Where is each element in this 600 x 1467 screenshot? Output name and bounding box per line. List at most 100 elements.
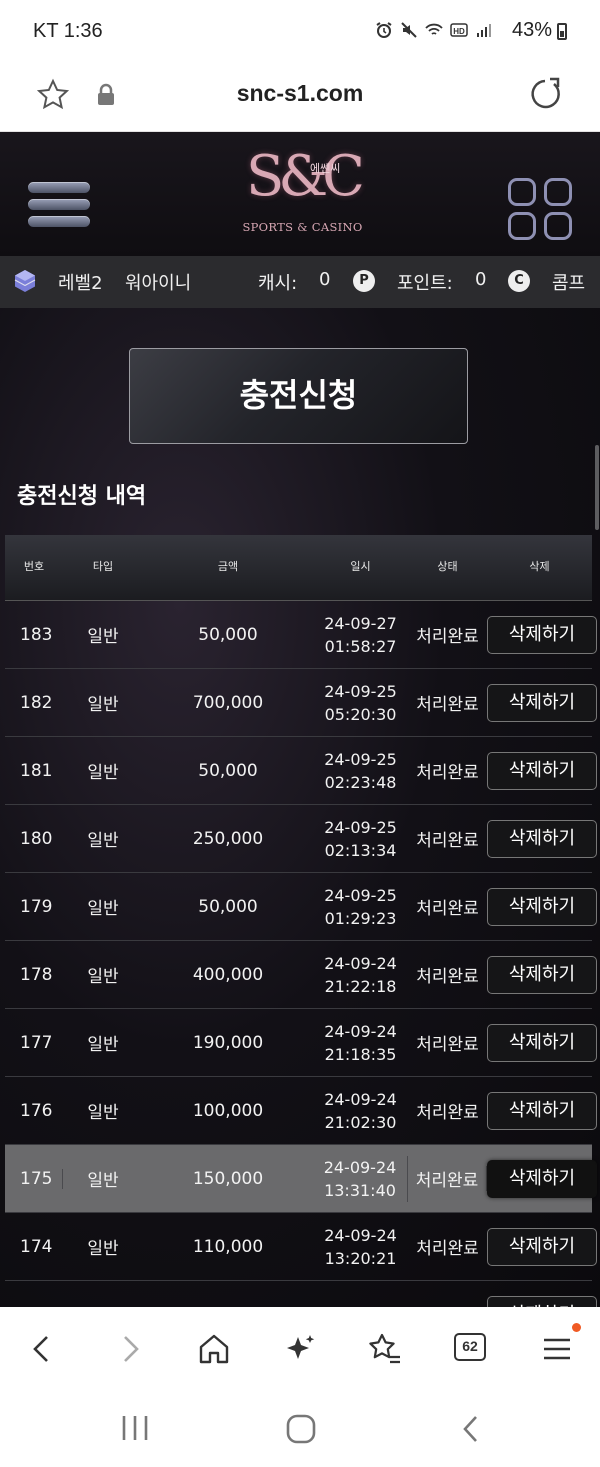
delete-button[interactable]: 삭제하기 [487, 1023, 597, 1062]
hamburger-bar-icon [28, 199, 90, 210]
row-status: 처리완료 [416, 1239, 479, 1259]
logo-mark: S&C [245, 144, 365, 209]
home-icon[interactable] [194, 1329, 234, 1369]
row-action: 삭제하기 [487, 751, 597, 790]
row-datetime: 24-09-24 13:31:40 [313, 1155, 408, 1202]
home-circle-icon[interactable] [285, 1413, 317, 1445]
row-type: 일반 [87, 1239, 119, 1259]
hamburger-bar-icon [28, 216, 90, 227]
tabs-icon[interactable]: 62 [454, 1333, 486, 1361]
table-row: 176 일반 100,000 24-09-24 21:02:30 처리완료 삭제하기 [5, 1077, 597, 1145]
row-action: 삭제하기 [487, 615, 597, 654]
table-row: 173일반50,00024-09-24처리완료삭제하기 [5, 1281, 597, 1307]
delete-button[interactable]: 삭제하기 [487, 819, 597, 858]
row-datetime: 24-09-27 01:58:27 [313, 612, 408, 658]
table-row: 174 일반 110,000 24-09-24 13:20:21 처리완료 삭제하기 [5, 1213, 597, 1281]
grid-square-icon [544, 212, 572, 240]
delete-button[interactable]: 삭제하기 [487, 751, 597, 790]
header-delete: 삭제 [529, 560, 550, 573]
row-number: 183 [20, 624, 53, 645]
row-date: 24-09-25 [324, 749, 397, 769]
hd-icon: HD [450, 23, 468, 37]
delete-button[interactable]: 삭제하기 [487, 955, 597, 994]
scrollbar-thumb[interactable] [595, 445, 599, 530]
row-date: 24-09-25 [324, 817, 397, 837]
site-logo[interactable]: S&C 에쎈씨 SPORTS & CASINO [240, 140, 365, 248]
alarm-icon [376, 22, 392, 38]
table-body: 183 일반 50,000 24-09-27 01:58:27 처리완료 삭제하기 182 일반… [5, 601, 597, 1307]
browser-toolbar: 62 [0, 1307, 600, 1389]
row-time: 01:58:27 [324, 636, 397, 656]
forward-icon[interactable] [110, 1329, 150, 1369]
logo-korean: 에쎈씨 [310, 162, 341, 175]
notification-dot [572, 1323, 581, 1332]
username[interactable]: 워아이니 [125, 269, 191, 295]
row-type: 일반 [87, 627, 119, 647]
row-time: 21:18:35 [324, 1044, 397, 1064]
row-time: 21:22:18 [324, 976, 397, 996]
point-badge-icon: P [353, 270, 375, 292]
nav-back-icon[interactable] [456, 1413, 486, 1445]
hamburger-menu-button[interactable] [28, 182, 90, 234]
row-date: 24-09-27 [324, 613, 397, 633]
recents-icon[interactable] [118, 1413, 152, 1443]
row-number: 175 [5, 1168, 63, 1189]
row-time: 02:23:48 [324, 772, 397, 792]
delete-button[interactable]: 삭제하기 [487, 1295, 597, 1307]
row-action: 삭제하기 [487, 1091, 597, 1130]
row-time: 01:29:23 [324, 908, 397, 928]
reload-icon[interactable] [528, 76, 564, 112]
row-time: 02:13:34 [324, 840, 397, 860]
row-status: 처리완료 [416, 695, 479, 715]
table-row: 177 일반 190,000 24-09-24 21:18:35 처리완료 삭제하기 [5, 1009, 597, 1077]
row-number: 174 [20, 1236, 53, 1257]
point-value: 0 [475, 269, 487, 290]
row-type: 일반 [87, 831, 119, 851]
row-amount: 110,000 [192, 1236, 264, 1257]
row-amount: 50,000 [198, 896, 258, 917]
delete-button[interactable]: 삭제하기 [487, 615, 597, 654]
grid-menu-button[interactable] [508, 178, 574, 240]
url-text[interactable]: snc-s1.com [0, 80, 600, 107]
row-type: 일반 [87, 967, 119, 987]
ai-sparkle-icon[interactable] [280, 1329, 320, 1369]
row-amount: 400,000 [192, 964, 264, 985]
comp-label[interactable]: 콤프 [552, 269, 585, 295]
comp-badge-icon: C [508, 270, 530, 292]
header-status: 상태 [437, 560, 458, 573]
row-status: 처리완료 [416, 899, 479, 919]
row-number: 182 [20, 692, 53, 713]
menu-icon[interactable] [537, 1329, 577, 1369]
cash-value: 0 [319, 269, 331, 290]
delete-button[interactable]: 삭제하기 [487, 887, 597, 926]
row-action: 삭제하기 [487, 955, 597, 994]
row-date: 24-09-25 [324, 681, 397, 701]
delete-button[interactable]: 삭제하기 [487, 683, 597, 722]
charge-history-table: 번호 타입 금액 일시 상태 삭제 183 일반 50,000 24-09-27 01:… [5, 535, 597, 1307]
row-amount: 150,000 [192, 1168, 264, 1189]
row-type: 일반 [87, 1103, 119, 1123]
row-time: 13:20:21 [324, 1248, 397, 1268]
row-datetime: 24-09-25 05:20:30 [313, 680, 408, 726]
bookmarks-icon[interactable] [364, 1329, 404, 1369]
row-amount: 190,000 [192, 1032, 264, 1053]
back-icon[interactable] [22, 1329, 62, 1369]
delete-button[interactable]: 삭제하기 [487, 1227, 597, 1266]
row-number: 176 [20, 1100, 53, 1121]
row-time: 05:20:30 [324, 704, 397, 724]
row-datetime: 24-09-24 13:20:21 [313, 1224, 408, 1270]
header-datetime: 일시 [350, 560, 371, 573]
charge-request-button[interactable]: 충전신청 [129, 348, 468, 444]
row-status: 처리완료 [416, 627, 479, 647]
row-amount: 700,000 [192, 692, 264, 713]
row-amount: 50,000 [198, 624, 258, 645]
battery-icon [557, 23, 567, 40]
delete-button[interactable]: 삭제하기 [487, 1091, 597, 1130]
row-type: 일반 [87, 763, 119, 783]
level-gem-icon [14, 270, 36, 292]
row-time: 21:02:30 [324, 1112, 397, 1132]
status-time: KT 1:36 [33, 20, 103, 42]
row-number: 177 [20, 1032, 53, 1053]
row-action: 삭제하기 [487, 1023, 597, 1062]
delete-button[interactable]: 삭제하기 [487, 1159, 597, 1198]
